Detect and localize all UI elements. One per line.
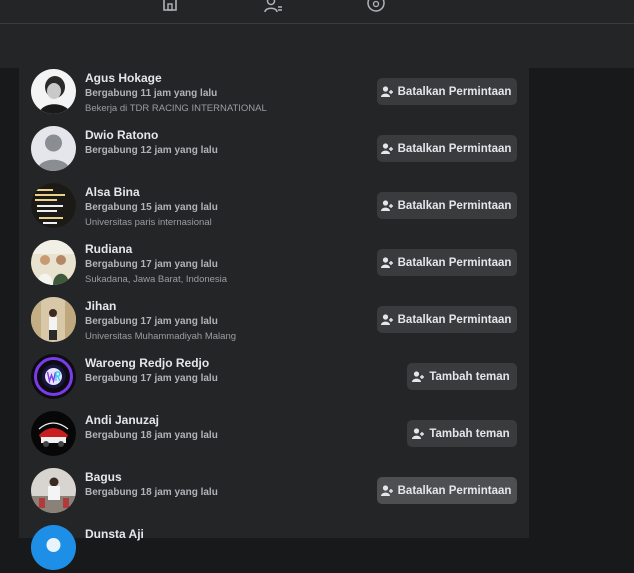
cancel-request-label: Batalkan Permintaan xyxy=(397,85,512,98)
avatar[interactable] xyxy=(31,354,76,399)
person-info: Alsa Bina Bergabung 15 jam yang lalu Uni… xyxy=(85,185,367,230)
list-item: Alsa Bina Bergabung 15 jam yang lalu Uni… xyxy=(31,183,517,231)
person-detail: Sukadana, Jawa Barat, Indonesia xyxy=(85,274,228,285)
person-plus-icon xyxy=(380,256,393,268)
cancel-request-label: Batalkan Permintaan xyxy=(397,484,512,497)
person-plus-icon xyxy=(412,370,425,382)
avatar[interactable] xyxy=(31,183,76,228)
person-name[interactable]: Waroeng Redjo Redjo xyxy=(85,356,367,371)
joined-time: Bergabung 15 jam yang lalu xyxy=(85,202,218,213)
person-info: Andi Januzaj Bergabung 18 jam yang lalu xyxy=(85,413,367,443)
person-name[interactable]: Bagus xyxy=(85,470,367,485)
person-name[interactable]: Andi Januzaj xyxy=(85,413,367,428)
person-info: Dunsta Aji xyxy=(85,527,367,542)
add-friend-label: Tambah teman xyxy=(429,370,510,383)
list-item: Dunsta Aji xyxy=(31,525,517,573)
cancel-request-label: Batalkan Permintaan xyxy=(397,313,512,326)
person-info: Bagus Bergabung 18 jam yang lalu xyxy=(85,470,367,500)
person-info: Jihan Bergabung 17 jam yang lalu Univers… xyxy=(85,299,367,344)
list-item: Agus Hokage Bergabung 11 jam yang lalu B… xyxy=(31,69,517,117)
list-item: Rudiana Bergabung 17 jam yang lalu Sukad… xyxy=(31,240,517,288)
cancel-request-button[interactable]: Batalkan Permintaan xyxy=(377,78,517,105)
top-navigation-bar xyxy=(0,0,634,24)
person-name[interactable]: Dwio Ratono xyxy=(85,128,367,143)
avatar[interactable] xyxy=(31,468,76,513)
cancel-request-button[interactable]: Batalkan Permintaan xyxy=(377,249,517,276)
avatar[interactable] xyxy=(31,297,76,342)
person-plus-icon xyxy=(380,484,393,496)
cancel-request-label: Batalkan Permintaan xyxy=(397,199,512,212)
person-info: Agus Hokage Bergabung 11 jam yang lalu B… xyxy=(85,71,367,116)
person-detail: Universitas paris internasional xyxy=(85,217,212,228)
person-name[interactable]: Jihan xyxy=(85,299,367,314)
avatar[interactable] xyxy=(31,126,76,171)
person-name[interactable]: Agus Hokage xyxy=(85,71,367,86)
cancel-request-label: Batalkan Permintaan xyxy=(397,142,512,155)
cancel-request-label: Batalkan Permintaan xyxy=(397,256,512,269)
cancel-request-button[interactable]: Batalkan Permintaan xyxy=(377,477,517,504)
list-item: Waroeng Redjo Redjo Bergabung 17 jam yan… xyxy=(31,354,517,402)
person-name[interactable]: Alsa Bina xyxy=(85,185,367,200)
joined-time: Bergabung 17 jam yang lalu xyxy=(85,373,218,384)
avatar[interactable] xyxy=(31,69,76,114)
list-item: Jihan Bergabung 17 jam yang lalu Univers… xyxy=(31,297,517,345)
sub-header-bar xyxy=(0,24,634,68)
joined-time: Bergabung 11 jam yang lalu xyxy=(85,88,218,99)
cancel-request-button[interactable]: Batalkan Permintaan xyxy=(377,135,517,162)
cancel-request-button[interactable]: Batalkan Permintaan xyxy=(377,306,517,333)
avatar[interactable] xyxy=(31,525,76,570)
avatar[interactable] xyxy=(31,411,76,456)
cancel-request-button[interactable]: Batalkan Permintaan xyxy=(377,192,517,219)
home-icon[interactable] xyxy=(160,0,180,14)
joined-time: Bergabung 17 jam yang lalu xyxy=(85,259,218,270)
person-plus-icon xyxy=(412,427,425,439)
friends-icon[interactable] xyxy=(264,0,284,14)
person-name[interactable]: Dunsta Aji xyxy=(85,527,367,542)
person-name[interactable]: Rudiana xyxy=(85,242,367,257)
friend-list-panel: Agus Hokage Bergabung 11 jam yang lalu B… xyxy=(19,68,529,570)
joined-time: Bergabung 18 jam yang lalu xyxy=(85,430,218,441)
person-info: Dwio Ratono Bergabung 12 jam yang lalu xyxy=(85,128,367,158)
list-item: Andi Januzaj Bergabung 18 jam yang lalu … xyxy=(31,411,517,459)
person-detail: Bekerja di TDR RACING INTERNATIONAL xyxy=(85,103,267,114)
list-item: Dwio Ratono Bergabung 12 jam yang lalu B… xyxy=(31,126,517,174)
joined-time: Bergabung 17 jam yang lalu xyxy=(85,316,218,327)
add-friend-label: Tambah teman xyxy=(429,427,510,440)
person-plus-icon xyxy=(380,313,393,325)
list-item: Bagus Bergabung 18 jam yang lalu Batalka… xyxy=(31,468,517,516)
person-info: Rudiana Bergabung 17 jam yang lalu Sukad… xyxy=(85,242,367,287)
person-plus-icon xyxy=(380,85,393,97)
add-friend-button[interactable]: Tambah teman xyxy=(407,363,517,390)
person-plus-icon xyxy=(380,199,393,211)
person-plus-icon xyxy=(380,142,393,154)
add-friend-button[interactable]: Tambah teman xyxy=(407,420,517,447)
joined-time: Bergabung 18 jam yang lalu xyxy=(85,487,218,498)
joined-time: Bergabung 12 jam yang lalu xyxy=(85,145,218,156)
person-info: Waroeng Redjo Redjo Bergabung 17 jam yan… xyxy=(85,356,367,386)
groups-icon[interactable] xyxy=(366,0,386,14)
person-detail: Universitas Muhammadiyah Malang xyxy=(85,331,237,342)
avatar[interactable] xyxy=(31,240,76,285)
